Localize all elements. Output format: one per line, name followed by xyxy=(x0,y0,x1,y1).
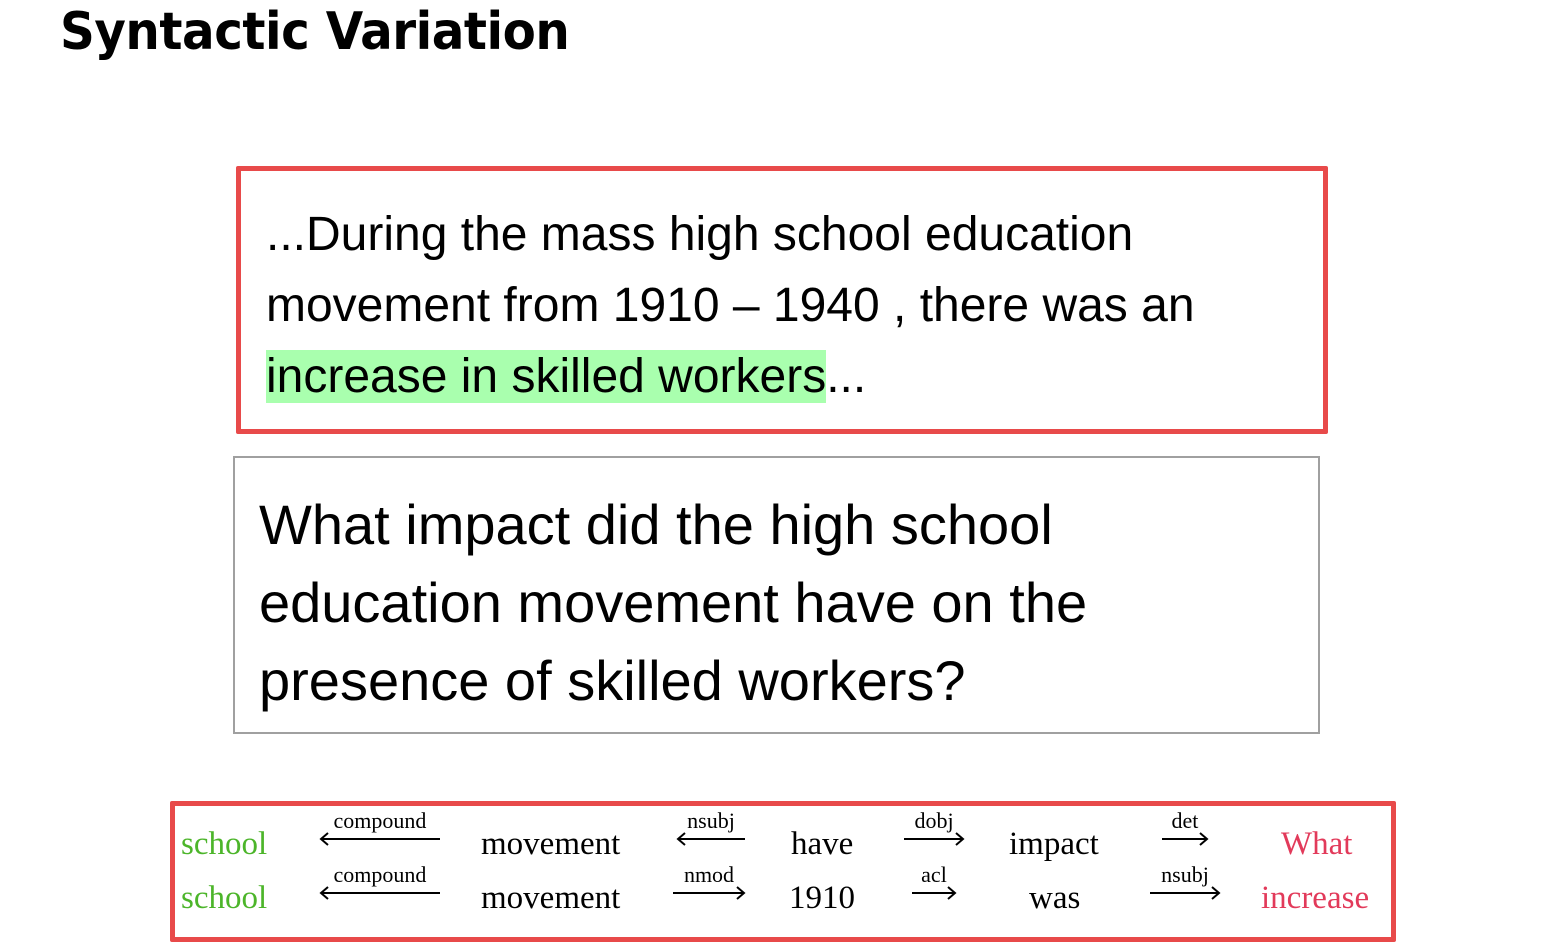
left-arrow-icon xyxy=(319,832,440,846)
path-token: 1910 xyxy=(789,880,855,916)
slide-title: Syntactic Variation xyxy=(60,2,570,62)
passage-prefix: ...During the mass high school education… xyxy=(266,208,1195,332)
relation-arrow: nsubj xyxy=(1147,864,1223,900)
path-token: movement xyxy=(481,826,621,862)
question-box: What impact did the high school educatio… xyxy=(233,456,1320,734)
right-arrow-icon xyxy=(673,886,746,900)
question-text: What impact did the high school educatio… xyxy=(259,493,1088,712)
relation-label: nsubj xyxy=(687,808,735,833)
relation-label: nmod xyxy=(683,862,735,887)
right-arrow-icon xyxy=(904,832,965,846)
left-arrow-icon xyxy=(319,886,440,900)
relation-label: det xyxy=(1171,808,1199,833)
relation-label: acl xyxy=(921,862,947,887)
right-arrow-icon xyxy=(1150,886,1221,900)
relation-label: compound xyxy=(333,862,427,887)
relation-label: compound xyxy=(333,808,427,833)
path-token: was xyxy=(1029,880,1081,916)
path-token: movement xyxy=(481,880,621,916)
relation-arrow: acl xyxy=(909,864,959,900)
path-token: What xyxy=(1281,826,1353,862)
relation-arrow: nmod xyxy=(669,864,749,900)
path-token: school xyxy=(181,880,268,916)
path-token: increase xyxy=(1261,880,1370,916)
path-token: have xyxy=(791,826,854,862)
path-token: school xyxy=(181,826,268,862)
relation-arrow: det xyxy=(1159,810,1211,846)
passage-box: ...During the mass high school education… xyxy=(236,166,1328,434)
right-arrow-icon xyxy=(912,886,957,900)
answer-highlight: increase in skilled workers xyxy=(266,350,827,403)
relation-arrow: compound xyxy=(315,810,445,846)
relation-arrow: compound xyxy=(315,864,445,900)
dependency-paths-box: school compound movement nsubj have dobj… xyxy=(170,801,1396,942)
relation-label: dobj xyxy=(914,808,954,833)
left-arrow-icon xyxy=(676,832,745,846)
right-arrow-icon xyxy=(1162,832,1209,846)
relation-arrow: nsubj xyxy=(671,810,751,846)
passage-suffix: ... xyxy=(826,350,867,403)
relation-label: nsubj xyxy=(1161,862,1209,887)
relation-arrow: dobj xyxy=(901,810,967,846)
passage-text: ...During the mass high school education… xyxy=(266,199,1316,412)
dependency-path-passage: school compound movement nmod 1910 acl w… xyxy=(175,864,1391,928)
path-token: impact xyxy=(1009,826,1099,862)
